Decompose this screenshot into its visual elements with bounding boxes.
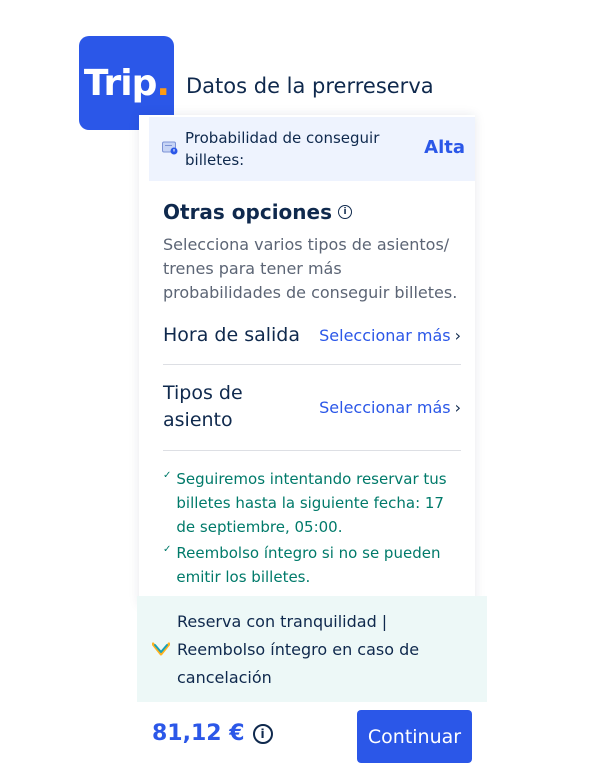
logo-dot: . — [156, 62, 170, 104]
departure-time-select-more-link[interactable]: Seleccionar más › — [319, 326, 461, 345]
divider — [163, 450, 461, 451]
chevron-right-icon: › — [454, 397, 461, 417]
seat-types-label: Tipos de asiento — [163, 382, 243, 431]
info-icon[interactable]: i — [338, 205, 353, 219]
refund-promo-text: Reserva con tranquilidad | Reembolso ínt… — [177, 612, 420, 687]
shield-check-icon — [152, 642, 170, 656]
select-more-label: Seleccionar más — [319, 397, 451, 417]
select-more-label: Seleccionar más — [319, 326, 451, 345]
chevron-right-icon: › — [454, 326, 461, 345]
guarantee-item: ✓ Seguiremos intentando reservar tus bil… — [163, 467, 461, 539]
probability-banner: Probabilidad de conseguir billetes: Alta — [149, 117, 475, 181]
ticket-icon — [162, 141, 178, 155]
total-price: 81,12 € i — [152, 721, 273, 746]
other-options-description: Selecciona varios tipos de asientos/ tre… — [163, 235, 458, 302]
departure-time-label: Hora de salida — [163, 324, 300, 346]
guarantee-text: Seguiremos intentando reservar tus bille… — [176, 470, 447, 536]
info-icon[interactable]: i — [252, 723, 273, 744]
page-title: Datos de la prerreserva — [186, 74, 434, 98]
guarantee-item: ✓ Reembolso íntegro si no se pueden emit… — [163, 541, 461, 589]
continue-button[interactable]: Continuar — [357, 710, 472, 763]
seat-types-row[interactable]: Tipos de asiento Seleccionar más › — [163, 380, 461, 434]
seat-types-select-more-link[interactable]: Seleccionar más › — [319, 398, 461, 417]
other-options-title-text: Otras opciones — [163, 200, 333, 224]
guarantee-text: Reembolso íntegro si no se pueden emitir… — [176, 544, 441, 586]
probability-label: Probabilidad de conseguir billetes: — [185, 129, 380, 169]
price-value: 81,12 € — [152, 721, 245, 746]
logo-text: Trip. — [83, 62, 170, 104]
check-icon: ✓ — [163, 544, 172, 555]
check-icon: ✓ — [163, 470, 172, 481]
refund-promo-banner: Reserva con tranquilidad | Reembolso ínt… — [137, 596, 487, 702]
departure-time-row[interactable]: Hora de salida Seleccionar más › — [163, 322, 461, 349]
other-options-title: Otras opciones i — [163, 200, 353, 224]
probability-value: Alta — [424, 137, 465, 158]
divider — [163, 364, 461, 365]
